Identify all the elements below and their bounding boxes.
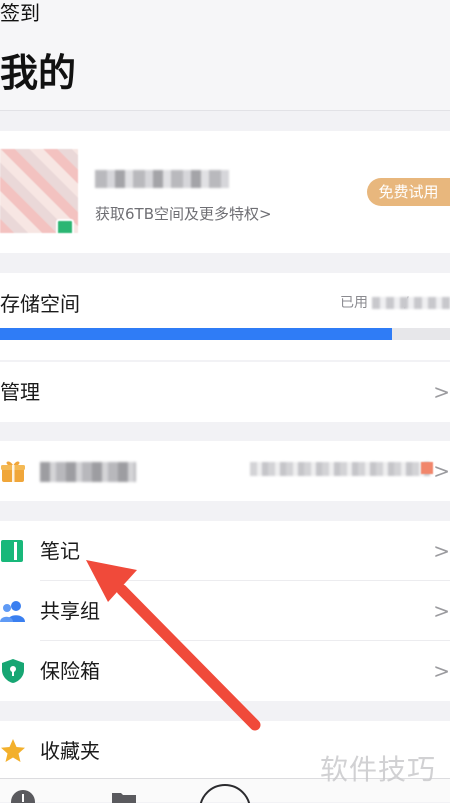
notebook-icon bbox=[1, 540, 23, 562]
shield-lock-icon bbox=[2, 659, 24, 683]
avatar[interactable] bbox=[0, 149, 78, 233]
safe-box-row[interactable]: 保险箱 > bbox=[0, 641, 450, 701]
promo-link[interactable]: 获取6TB空间及更多特权> bbox=[95, 204, 272, 224]
favorites-label: 收藏夹 bbox=[40, 739, 100, 763]
manage-label: 管理 bbox=[0, 380, 40, 404]
storage-progress-fill bbox=[0, 328, 392, 340]
storage-amount-redacted bbox=[372, 297, 450, 309]
top-bar: 签到 我的 bbox=[0, 0, 450, 111]
gift-detail-redacted bbox=[250, 462, 430, 476]
chevron-right-icon: > bbox=[433, 539, 450, 563]
share-group-row[interactable]: 共享组 > bbox=[0, 581, 450, 641]
people-icon bbox=[0, 601, 25, 622]
storage-label: 存储空间 bbox=[0, 292, 80, 316]
chevron-right-icon: > bbox=[433, 459, 450, 483]
gift-badge-redacted bbox=[421, 462, 433, 474]
chevron-right-icon: > bbox=[433, 659, 450, 683]
gift-icon bbox=[1, 461, 25, 482]
username-redacted bbox=[95, 170, 229, 188]
gift-title-redacted bbox=[40, 462, 136, 482]
storage-progress-bar bbox=[0, 328, 450, 340]
manage-row[interactable]: 管理 > bbox=[0, 362, 450, 422]
storage-used-prefix: 已用 bbox=[340, 295, 368, 311]
safe-box-label: 保险箱 bbox=[40, 659, 100, 683]
notes-label: 笔记 bbox=[40, 539, 80, 563]
free-trial-button[interactable]: 免费试用 bbox=[367, 178, 450, 206]
add-tab-icon[interactable] bbox=[198, 783, 252, 803]
chevron-right-icon: > bbox=[433, 380, 450, 404]
checkin-button[interactable]: 签到 bbox=[0, 0, 40, 26]
chevron-right-icon: > bbox=[433, 599, 450, 623]
share-group-label: 共享组 bbox=[40, 599, 100, 623]
star-icon bbox=[1, 739, 25, 762]
notes-row[interactable]: 笔记 > bbox=[0, 521, 450, 581]
page-title: 我的 bbox=[0, 51, 77, 95]
watermark-text: 软件技巧 bbox=[320, 753, 437, 786]
folder-tab-icon[interactable] bbox=[112, 791, 136, 803]
avatar-status-icon bbox=[56, 219, 74, 233]
